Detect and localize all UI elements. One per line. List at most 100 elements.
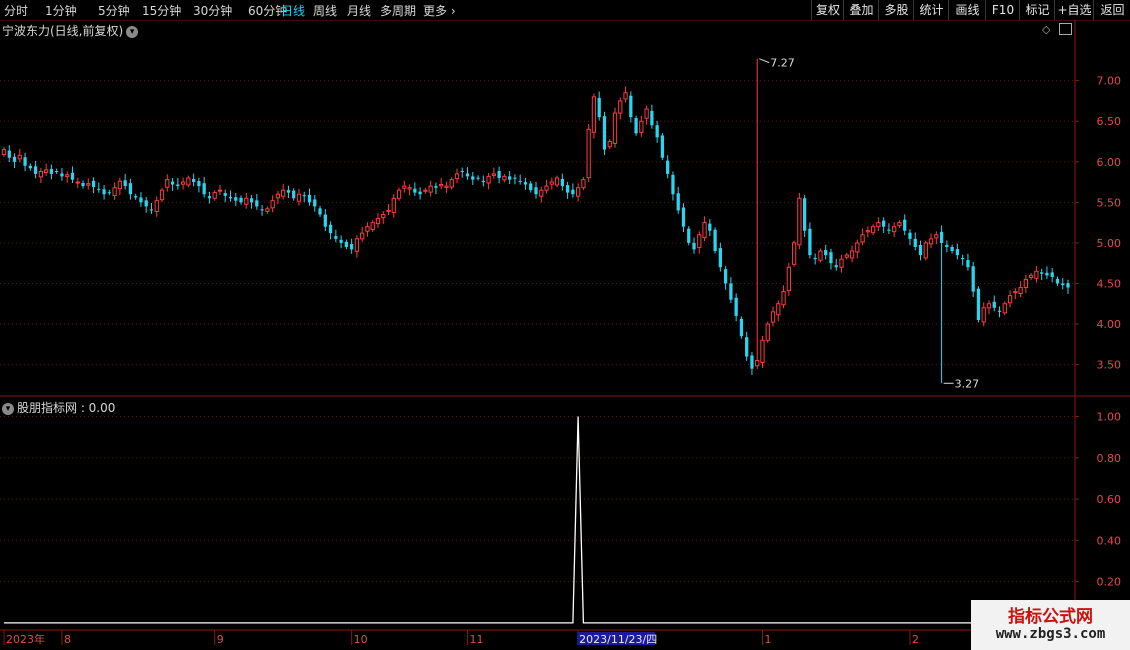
candle-body-71 [375, 218, 381, 225]
candle-body-109 [576, 187, 581, 197]
candle-body-162 [855, 242, 860, 253]
candle-body-165 [870, 226, 876, 234]
candle-body-48 [255, 200, 259, 207]
candle-body-182 [961, 257, 965, 260]
candle-body-130 [687, 228, 691, 243]
kline-chart[interactable]: 3.50 4.00 4.50 5.00 5.50 6.00 6.50 7.00 0.20 0.40… [0, 0, 1130, 650]
candle-body-181 [955, 249, 960, 256]
candle-body-58 [307, 194, 312, 203]
candle-body-132 [697, 234, 702, 248]
candle-body-6 [33, 166, 38, 174]
candle-body-29 [154, 200, 159, 212]
candle-body-52 [275, 193, 281, 199]
candle-body-131 [692, 242, 696, 250]
candle-body-119 [629, 95, 633, 118]
y-tick-label-3: 5.00 [1097, 237, 1122, 250]
candle-body-102 [539, 189, 544, 197]
candle-body-57 [302, 195, 306, 197]
candle-body-153 [808, 228, 812, 256]
candle-body-118 [623, 92, 628, 100]
watermark-title: 指标公式网 [1008, 607, 1093, 627]
candle-body-115 [607, 140, 612, 148]
candle-body-106 [560, 178, 564, 187]
candle-body-185 [976, 288, 981, 320]
candle-body-168 [887, 229, 891, 231]
candle-body-4 [23, 157, 27, 166]
candle-body-9 [49, 168, 54, 174]
candle-body-81 [428, 185, 433, 193]
candle-body-89 [471, 176, 475, 180]
candle-body-187 [986, 303, 992, 309]
candle-body-123 [650, 110, 654, 126]
candle-body-42 [223, 193, 227, 196]
candle-body-39 [207, 196, 212, 199]
candle-body-141 [745, 337, 749, 357]
candle-body-55 [292, 190, 296, 199]
candle-body-26 [139, 197, 143, 203]
x-tick-label-4: 11 [470, 633, 484, 646]
candle-body-150 [791, 242, 797, 265]
y-tick-label-6: 6.50 [1097, 115, 1122, 128]
candle-body-60 [318, 208, 322, 215]
candle-body-91 [481, 180, 485, 183]
candle-body-76 [402, 185, 407, 189]
candle-body-86 [454, 173, 460, 180]
candle-body-138 [729, 283, 733, 300]
candle-body-196 [1034, 270, 1039, 279]
candle-body-142 [750, 355, 754, 369]
candle-body-78 [413, 188, 417, 193]
candle-body-194 [1023, 278, 1028, 289]
candle-body-85 [449, 179, 454, 188]
candle-body-16 [86, 183, 91, 186]
candle-body-21 [112, 187, 117, 197]
candle-body-66 [350, 244, 354, 250]
candle-body-152 [803, 198, 807, 231]
candle-body-175 [923, 242, 928, 259]
candle-body-54 [286, 190, 291, 193]
candle-body-23 [123, 180, 127, 187]
candle-body-74 [391, 197, 396, 213]
candle-body-151 [797, 197, 802, 246]
candle-body-61 [323, 214, 327, 227]
candle-body-73 [386, 209, 391, 213]
candle-body-13 [70, 172, 75, 180]
candle-body-38 [202, 183, 206, 195]
candle-body-105 [554, 177, 560, 186]
candle-body-20 [107, 192, 111, 194]
candle-body-171 [903, 219, 907, 231]
candle-body-67 [354, 238, 360, 252]
candle-body-44 [234, 197, 238, 201]
candle-body-200 [1055, 278, 1060, 284]
candle-body-193 [1018, 287, 1023, 295]
candle-body-70 [370, 222, 375, 231]
candle-body-190 [1002, 303, 1007, 314]
y-tick-label-2: 4.50 [1097, 277, 1122, 290]
candle-body-127 [671, 174, 675, 195]
candle-body-202 [1066, 283, 1070, 288]
candle-body-177 [934, 234, 939, 239]
candle-body-139 [734, 297, 738, 316]
x-tick-label-0: 2023年 [6, 632, 45, 646]
candle-body-103 [544, 185, 549, 191]
watermark-url: www.zbgs3.com [995, 626, 1106, 642]
candle-body-191 [1007, 295, 1013, 304]
candle-body-121 [639, 120, 644, 133]
candle-body-158 [834, 265, 838, 268]
candle-body-122 [644, 108, 649, 119]
candle-body-30 [159, 189, 165, 201]
candle-body-155 [818, 250, 823, 261]
candle-body-68 [360, 232, 365, 240]
candle-body-32 [170, 181, 175, 185]
sub-y-tick-label-4: 1.00 [1097, 411, 1122, 424]
candle-body-24 [128, 183, 133, 195]
candle-body-112 [591, 96, 597, 133]
candle-body-107 [565, 185, 570, 193]
candle-body-172 [908, 232, 912, 239]
candle-body-135 [713, 229, 717, 252]
candle-body-36 [191, 178, 196, 183]
y-tick-label-4: 5.50 [1097, 196, 1122, 209]
candle-body-46 [244, 197, 249, 205]
candle-body-63 [334, 236, 338, 239]
candle-body-163 [860, 234, 865, 243]
candle-body-199 [1050, 272, 1054, 277]
